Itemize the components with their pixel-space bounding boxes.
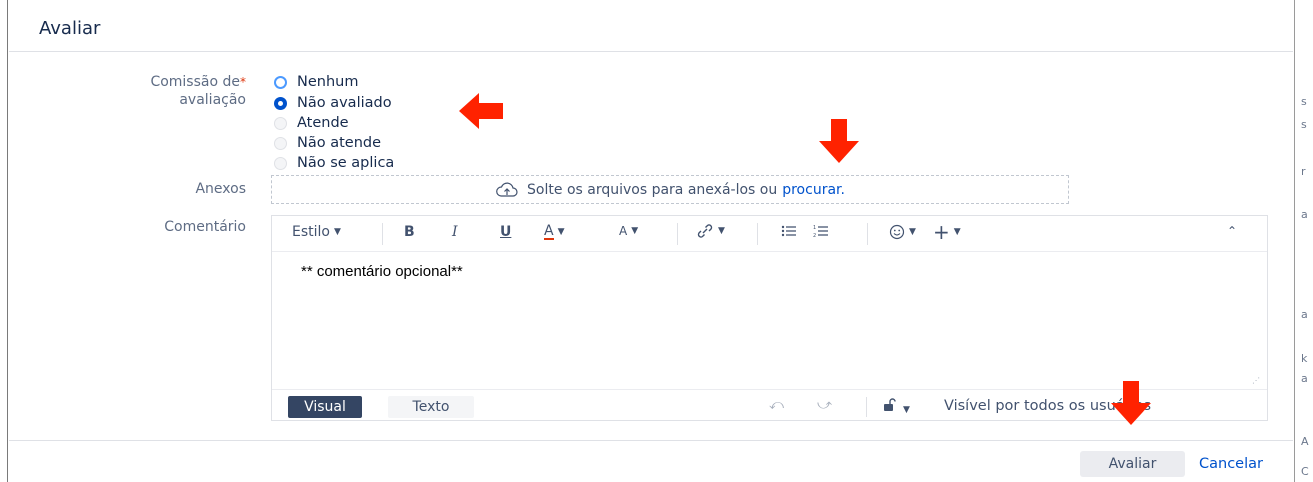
emoji-dropdown[interactable]: ▼ <box>889 224 916 240</box>
radio-button-disabled <box>274 136 287 150</box>
svg-text:1: 1 <box>813 225 816 231</box>
comment-label: Comentário <box>164 219 246 235</box>
radio-button-selected[interactable] <box>274 96 287 110</box>
underline-button[interactable]: U <box>500 224 511 240</box>
toolbar-separator <box>867 223 868 245</box>
numbered-list-button[interactable]: 12 <box>813 224 829 238</box>
bold-button[interactable]: B <box>404 224 415 240</box>
more-formatting-dropdown[interactable]: A ▼ <box>619 224 638 238</box>
chevron-down-icon: ▼ <box>631 226 639 236</box>
resize-handle-icon[interactable]: ⋰ <box>1252 376 1260 385</box>
undo-icon[interactable]: ⤺ <box>769 397 784 413</box>
required-marker: * <box>240 75 246 89</box>
commission-label: Comissão de* avaliação <box>150 74 246 108</box>
chevron-down-icon: ▼ <box>953 227 961 237</box>
redo-icon[interactable]: ⤻ <box>817 397 832 413</box>
radio-button-disabled <box>274 116 287 130</box>
dialog-title: Avaliar <box>39 18 101 39</box>
toolbar-separator <box>757 223 758 245</box>
collapse-toolbar-icon: ⌃ <box>1227 224 1238 238</box>
toolbar-separator <box>677 223 678 245</box>
radio-option-nenhum[interactable]: Nenhum <box>274 72 358 92</box>
radio-option-nao-se-aplica: Não se aplica <box>274 153 394 173</box>
radio-button-disabled <box>274 156 287 170</box>
chevron-down-icon: ▼ <box>557 227 565 237</box>
emoji-icon <box>889 224 905 240</box>
chevron-down-icon: ▼ <box>718 226 725 236</box>
visibility-dropdown[interactable]: ▼ <box>883 398 910 416</box>
submit-evaluate-button[interactable]: Avaliar <box>1080 451 1185 477</box>
background-window-edge-left <box>0 0 8 482</box>
visual-mode-button[interactable]: Visual <box>288 396 362 418</box>
attachments-label: Anexos <box>195 181 246 197</box>
annotation-arrow-down-icon <box>1111 381 1151 425</box>
collapse-toolbar-button[interactable]: ⌃ <box>1227 224 1237 238</box>
italic-button[interactable]: I <box>452 224 458 240</box>
svg-text:2: 2 <box>813 233 816 238</box>
radio-option-nao-avaliado[interactable]: Não avaliado <box>274 93 392 113</box>
dropzone-text: Solte os arquivos para anexá-los ou <box>527 181 778 198</box>
browse-link[interactable]: procurar. <box>782 182 845 198</box>
cloud-upload-icon <box>496 182 518 197</box>
link-dropdown[interactable]: ▼ <box>696 224 725 238</box>
chevron-down-icon: ▼ <box>909 227 916 237</box>
text-color-dropdown[interactable]: A ▼ <box>544 224 565 240</box>
background-window-edge-right: ssr aak aAC <box>1294 0 1313 482</box>
bullet-list-button[interactable] <box>781 224 797 238</box>
footer-divider <box>9 440 1293 441</box>
toolbar-separator <box>382 223 383 245</box>
chevron-down-icon: ▼ <box>333 227 341 237</box>
radio-option-atende: Atende <box>274 113 349 133</box>
annotation-arrow-down-icon <box>819 119 859 163</box>
header-divider <box>9 51 1293 52</box>
text-mode-button[interactable]: Texto <box>388 396 474 418</box>
style-dropdown[interactable]: Estilo ▼ <box>292 224 341 240</box>
radio-button[interactable] <box>274 75 287 89</box>
numbered-list-icon: 12 <box>813 225 828 238</box>
cancel-link[interactable]: Cancelar <box>1199 451 1263 477</box>
footer-separator <box>866 397 867 417</box>
annotation-arrow-left-icon <box>459 93 503 129</box>
radio-option-nao-atende: Não atende <box>274 133 381 153</box>
editor-toolbar: Estilo ▼ B I U A ▼ A ▼ ▼ 1 2 ▼ + ▼ ⌃ <box>272 216 1267 252</box>
link-icon <box>697 224 713 238</box>
chevron-down-icon: ▼ <box>903 405 910 415</box>
insert-dropdown[interactable]: + ▼ <box>933 220 961 244</box>
attachment-dropzone[interactable]: Solte os arquivos para anexá-los ou proc… <box>271 175 1069 204</box>
editor-content[interactable]: ** comentário opcional** <box>301 263 463 280</box>
bullet-list-icon <box>781 225 796 237</box>
evaluate-dialog: Avaliar Comissão de* avaliação Nenhum Nã… <box>9 0 1293 482</box>
unlock-icon <box>884 398 896 411</box>
